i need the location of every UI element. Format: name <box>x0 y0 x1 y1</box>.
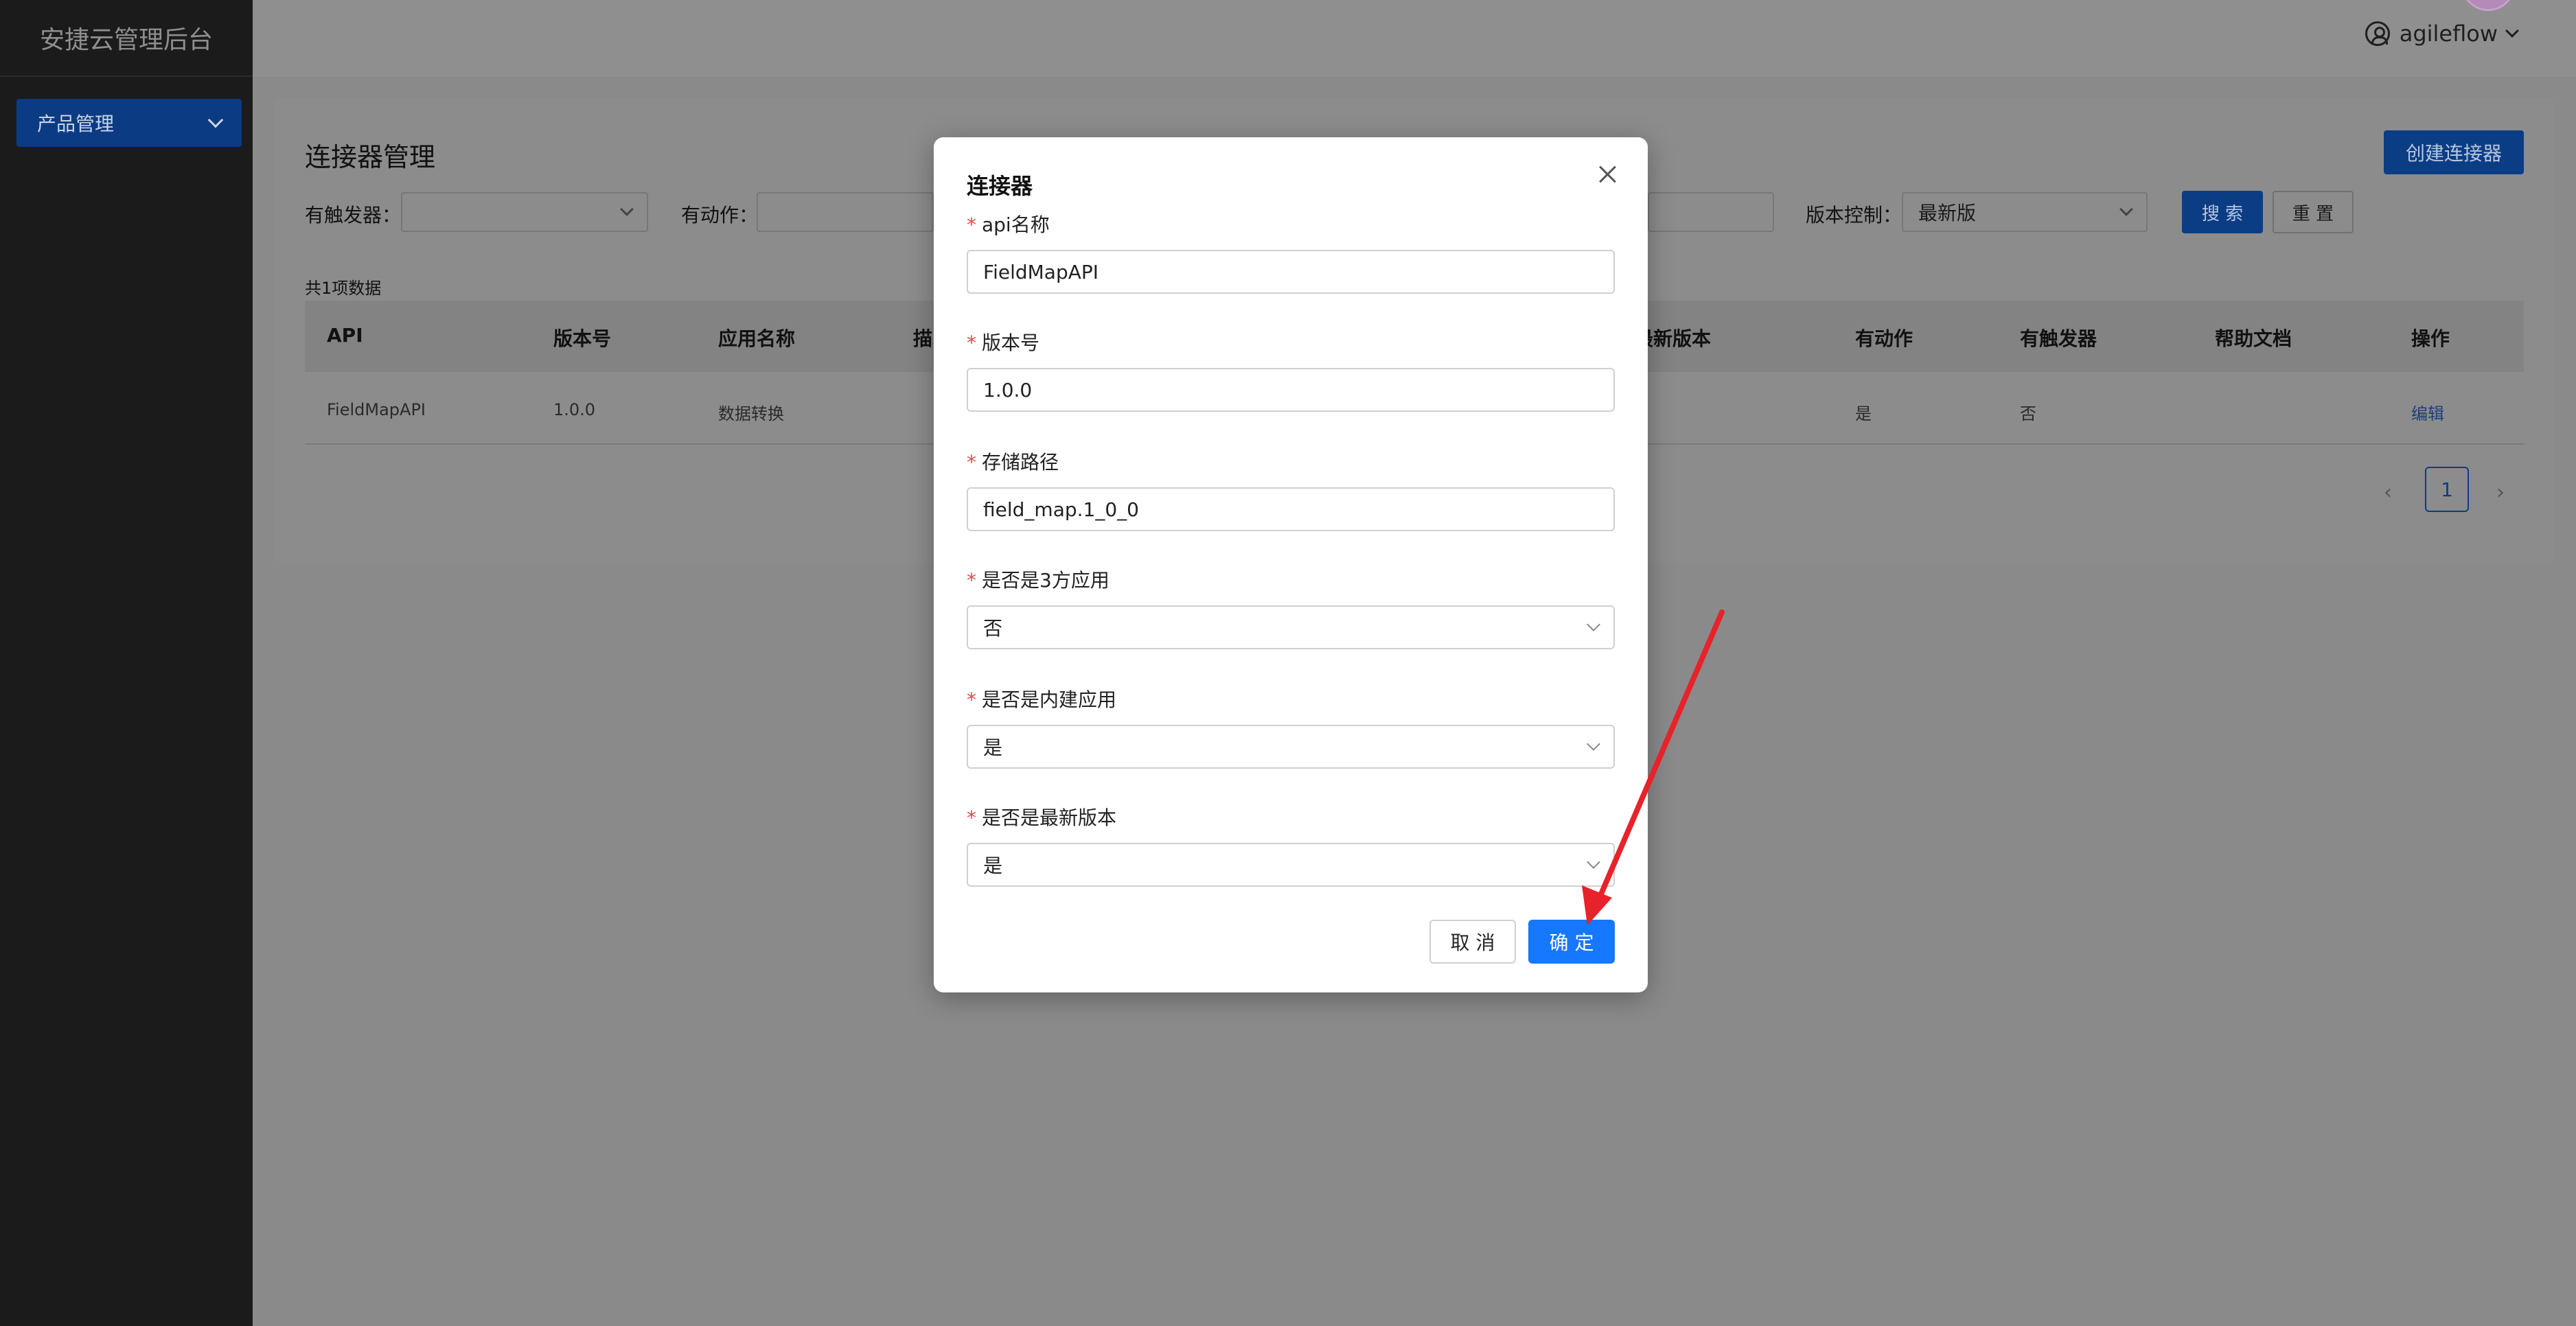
required-mark: * <box>967 806 976 829</box>
version-filter-label: 版本控制： <box>1806 204 1902 226</box>
pagination-prev-button[interactable]: ‹ <box>2384 480 2392 504</box>
table-cell-has-action: 是 <box>1855 404 1872 423</box>
table-header-cell: 有动作 <box>1855 327 1913 350</box>
version-label: * 版本号 <box>967 328 1039 356</box>
table-header-cell: 操作 <box>2411 327 2450 350</box>
table-header-cell: 版本号 <box>553 327 612 350</box>
field-value: 是 <box>983 854 1003 877</box>
edit-link[interactable]: 编辑 <box>2411 400 2444 424</box>
version-input[interactable]: 1.0.0 <box>967 368 1615 412</box>
table-cell-version: 1.0.0 <box>553 400 596 419</box>
avatar <box>2461 0 2516 11</box>
required-mark: * <box>967 451 976 474</box>
field-value: FieldMapAPI <box>983 260 1099 283</box>
filter-input-hidden-part[interactable] <box>1648 192 1774 232</box>
create-connector-button[interactable]: 创建连接器 <box>2384 130 2524 174</box>
field-value: 否 <box>983 617 1003 640</box>
api-name-label: * api名称 <box>967 210 1050 237</box>
reset-button[interactable]: 重 置 <box>2273 191 2354 233</box>
builtin-select[interactable]: 是 <box>967 725 1615 769</box>
pagination-current-page[interactable]: 1 <box>2425 467 2469 512</box>
chevron-down-icon <box>1587 737 1600 751</box>
search-button[interactable]: 搜 索 <box>2182 191 2263 233</box>
version-filter-value: 最新版 <box>1918 202 1977 224</box>
storage-path-input[interactable]: field_map.1_0_0 <box>967 487 1615 531</box>
table-header-cell: 应用名称 <box>718 327 796 350</box>
required-mark: * <box>967 332 976 354</box>
trigger-filter-select[interactable] <box>401 192 648 232</box>
table-header-cell: 描 <box>913 327 933 350</box>
third-party-label: * 是否是3方应用 <box>967 566 1109 593</box>
total-count: 共1项数据 <box>305 279 382 298</box>
chevron-down-icon <box>2119 202 2133 216</box>
field-value: field_map.1_0_0 <box>983 498 1139 521</box>
chevron-down-icon <box>1587 618 1600 631</box>
table-header-cell: 帮助文档 <box>2215 327 2292 350</box>
action-filter-select[interactable] <box>757 192 934 232</box>
latest-version-label: * 是否是最新版本 <box>967 803 1116 830</box>
chevron-down-icon <box>2505 24 2519 38</box>
modal-title: 连接器 <box>967 173 1033 199</box>
cancel-button[interactable]: 取 消 <box>1429 920 1516 964</box>
field-label-text: 存储路径 <box>982 451 1059 474</box>
table-cell-api: FieldMapAPI <box>327 400 426 419</box>
required-mark: * <box>967 569 976 592</box>
close-icon[interactable] <box>1596 162 1620 187</box>
trigger-filter-label: 有触发器： <box>305 204 402 226</box>
chevron-down-icon <box>620 202 634 216</box>
sidebar-item-product-management[interactable]: 产品管理 <box>16 99 242 147</box>
confirm-button[interactable]: 确 定 <box>1528 920 1615 964</box>
field-label-text: 是否是最新版本 <box>982 806 1117 829</box>
field-label-text: 是否是内建应用 <box>982 688 1117 711</box>
sidebar: 安捷云管理后台 产品管理 <box>0 0 253 1326</box>
table-header-cell: 有触发器 <box>2020 327 2097 350</box>
table-cell-app: 数据转换 <box>718 404 784 423</box>
field-value: 是 <box>983 736 1003 759</box>
storage-path-label: * 存储路径 <box>967 447 1059 475</box>
action-filter-label: 有动作： <box>681 204 759 226</box>
field-label-text: api名称 <box>982 213 1050 236</box>
sidebar-item-label: 产品管理 <box>37 113 115 135</box>
field-label-text: 是否是3方应用 <box>982 569 1109 592</box>
connector-modal: 连接器 * api名称 FieldMapAPI * 版本号 1.0.0 * 存储路径 … <box>934 137 1648 992</box>
user-menu[interactable]: agileflow <box>2365 21 2519 47</box>
table-cell-has-trigger: 否 <box>2020 404 2036 423</box>
chevron-down-icon <box>1587 855 1600 869</box>
builtin-label: * 是否是内建应用 <box>967 685 1116 712</box>
table-header-cell: API <box>327 324 363 347</box>
page-title: 连接器管理 <box>305 142 436 172</box>
pagination-next-button[interactable]: › <box>2496 480 2505 504</box>
brand-title: 安捷云管理后台 <box>0 0 253 77</box>
api-name-input[interactable]: FieldMapAPI <box>967 250 1615 294</box>
required-mark: * <box>967 213 976 236</box>
user-circle-icon <box>2365 21 2390 46</box>
username: agileflow <box>2399 21 2498 47</box>
field-label-text: 版本号 <box>982 332 1040 354</box>
required-mark: * <box>967 688 976 711</box>
field-value: 1.0.0 <box>983 378 1033 402</box>
top-header: agileflow <box>253 0 2576 77</box>
chevron-down-icon <box>207 112 224 128</box>
latest-version-select[interactable]: 是 <box>967 843 1615 887</box>
version-filter-select[interactable]: 最新版 <box>1902 192 2148 232</box>
third-party-select[interactable]: 否 <box>967 605 1615 649</box>
